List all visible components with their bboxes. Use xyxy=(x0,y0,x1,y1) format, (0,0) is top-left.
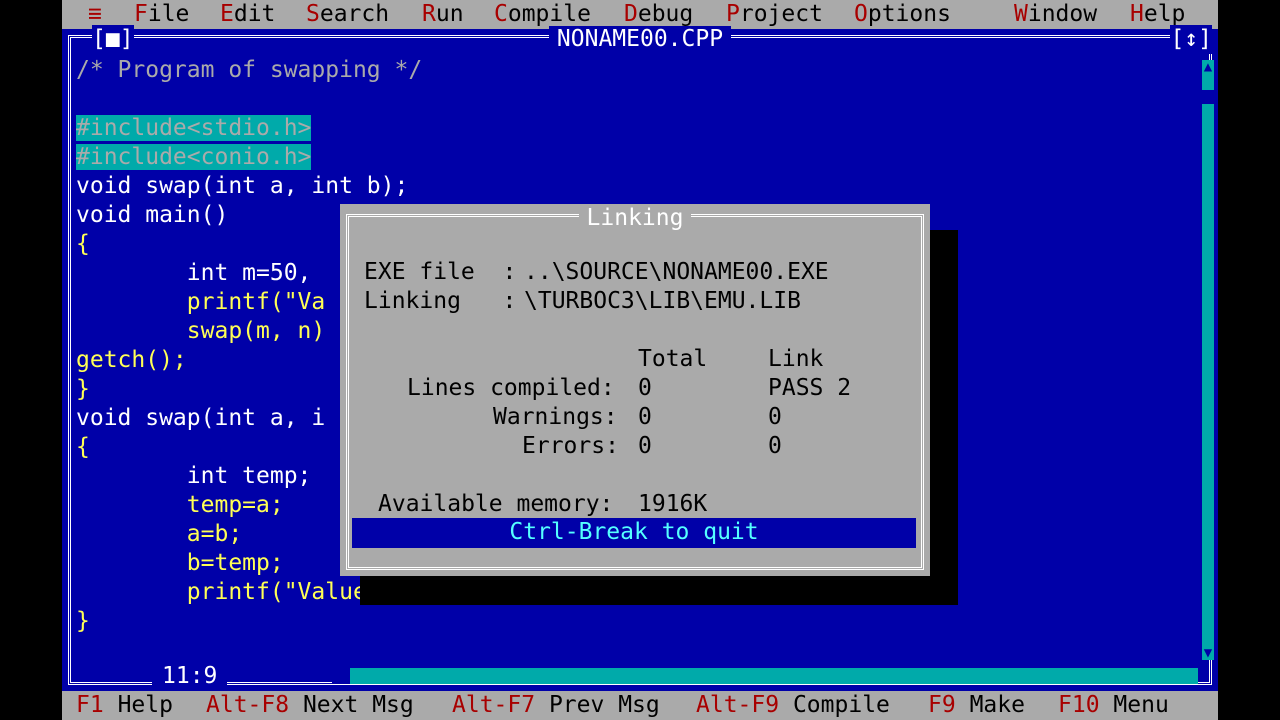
horizontal-scrollbar[interactable] xyxy=(332,668,1198,684)
menu-label: ompile xyxy=(507,1,591,27)
code-line: { xyxy=(76,231,90,257)
menu-hotkey: S xyxy=(306,1,320,27)
code-line: void main() xyxy=(76,202,229,228)
key-name: Alt-F8 xyxy=(206,692,290,718)
memory-label: Available memory: xyxy=(378,491,614,517)
code-line: { xyxy=(76,434,90,460)
zoom-box-icon[interactable]: [↕] xyxy=(1170,25,1212,54)
function-key-bar: F1 Help Alt-F8 Next Msg Alt-F7 Prev Msg … xyxy=(62,691,1218,720)
key-make[interactable]: F9 Make xyxy=(928,691,1025,720)
warnings-label: Warnings: xyxy=(493,404,618,430)
code-line: void swap(int a, i xyxy=(76,405,326,431)
warnings-total: 0 xyxy=(638,404,652,430)
dialog-title-text: Linking xyxy=(578,205,692,231)
key-label: Help xyxy=(117,692,173,718)
code-line: #include<conio.h> xyxy=(76,143,312,172)
key-prev-msg[interactable]: Alt-F7 Prev Msg xyxy=(452,691,660,720)
exe-file-value: ..\SOURCE\NONAME00.EXE xyxy=(524,259,829,285)
linking-label: Linking : xyxy=(364,288,517,314)
key-label: Prev Msg xyxy=(548,692,660,718)
menu-hotkey: R xyxy=(422,1,436,27)
warnings-link: 0 xyxy=(768,404,782,430)
code-line: temp=a; xyxy=(76,492,284,518)
scroll-thumb[interactable] xyxy=(1202,90,1214,104)
exe-file-label: EXE file : xyxy=(364,259,517,285)
key-menu[interactable]: F10 Menu xyxy=(1058,691,1169,720)
column-total-header: Total xyxy=(638,346,708,372)
menu-hotkey: C xyxy=(494,1,508,27)
key-help[interactable]: F1 Help xyxy=(76,691,173,720)
menu-hotkey: W xyxy=(1014,1,1028,27)
code-line: void swap(int a, int b); xyxy=(76,173,409,199)
selected-text: #include<stdio.h> xyxy=(76,115,312,141)
lines-compiled-link: PASS 2 xyxy=(768,375,852,401)
key-compile[interactable]: Alt-F9 Compile xyxy=(696,691,890,720)
scroll-up-arrow-icon[interactable]: ▲ xyxy=(1202,60,1214,74)
editor-filename: NONAME00.CPP xyxy=(548,26,732,52)
key-name: Alt-F9 xyxy=(696,692,780,718)
key-name: F9 xyxy=(928,692,956,718)
menu-label: ile xyxy=(147,1,190,27)
linking-dialog: Linking EXE file : ..\SOURCE\NONAME00.EX… xyxy=(340,204,930,576)
turbo-c-ide: ≡ File Edit Search Run Compile Debug Pro… xyxy=(62,0,1218,720)
errors-label: Errors: xyxy=(522,433,619,459)
menu-hotkey: H xyxy=(1130,1,1144,27)
code-line: b=temp; xyxy=(76,550,284,576)
key-name: F1 xyxy=(76,692,104,718)
menu-hotkey: D xyxy=(624,1,638,27)
cursor-position: 11:9 xyxy=(152,662,228,691)
menu-label: ptions xyxy=(867,1,951,27)
editor-title: NONAME00.CPP xyxy=(62,25,1218,54)
menu-label: earch xyxy=(319,1,390,27)
errors-total: 0 xyxy=(638,433,652,459)
column-link-header: Link xyxy=(768,346,824,372)
menu-label: dit xyxy=(233,1,276,27)
key-name: F10 xyxy=(1058,692,1100,718)
code-line: } xyxy=(76,376,90,402)
vertical-scrollbar[interactable]: ▲ ▼ xyxy=(1202,60,1214,660)
lines-compiled-label: Lines compiled: xyxy=(407,375,615,401)
code-line: printf("Va xyxy=(76,289,326,315)
menu-hotkey: F xyxy=(134,1,148,27)
selected-text: #include<conio.h> xyxy=(76,144,312,170)
code-line: /* Program of swapping */ xyxy=(76,57,423,83)
ctrl-break-quit-bar[interactable]: Ctrl-Break to quit xyxy=(352,518,916,548)
dialog-title: Linking xyxy=(340,204,930,233)
code-line: int temp; xyxy=(76,463,312,489)
code-line: int m=50, xyxy=(76,260,312,286)
menu-label: elp xyxy=(1143,1,1186,27)
menu-label: ebug xyxy=(637,1,694,27)
menu-hotkey: E xyxy=(220,1,234,27)
close-box-icon[interactable]: [■] xyxy=(92,25,134,54)
code-line: swap(m, n) xyxy=(76,318,326,344)
errors-link: 0 xyxy=(768,433,782,459)
menu-label: un xyxy=(435,1,464,27)
memory-value: 1916K xyxy=(638,491,708,517)
code-line: #include<stdio.h> xyxy=(76,114,312,143)
code-line: } xyxy=(76,608,90,634)
menu-hotkey: P xyxy=(726,1,740,27)
linking-value: \TURBOC3\LIB\EMU.LIB xyxy=(524,288,801,314)
key-label: Menu xyxy=(1113,692,1169,718)
scroll-down-arrow-icon[interactable]: ▼ xyxy=(1202,646,1214,660)
code-line: a=b; xyxy=(76,521,243,547)
lines-compiled-total: 0 xyxy=(638,375,652,401)
key-label: Compile xyxy=(792,692,890,718)
key-label: Make xyxy=(969,692,1025,718)
menu-label: roject xyxy=(739,1,823,27)
code-line: getch(); xyxy=(76,347,187,373)
menu-hotkey: O xyxy=(854,1,868,27)
menu-label: indow xyxy=(1027,1,1098,27)
key-name: Alt-F7 xyxy=(452,692,536,718)
